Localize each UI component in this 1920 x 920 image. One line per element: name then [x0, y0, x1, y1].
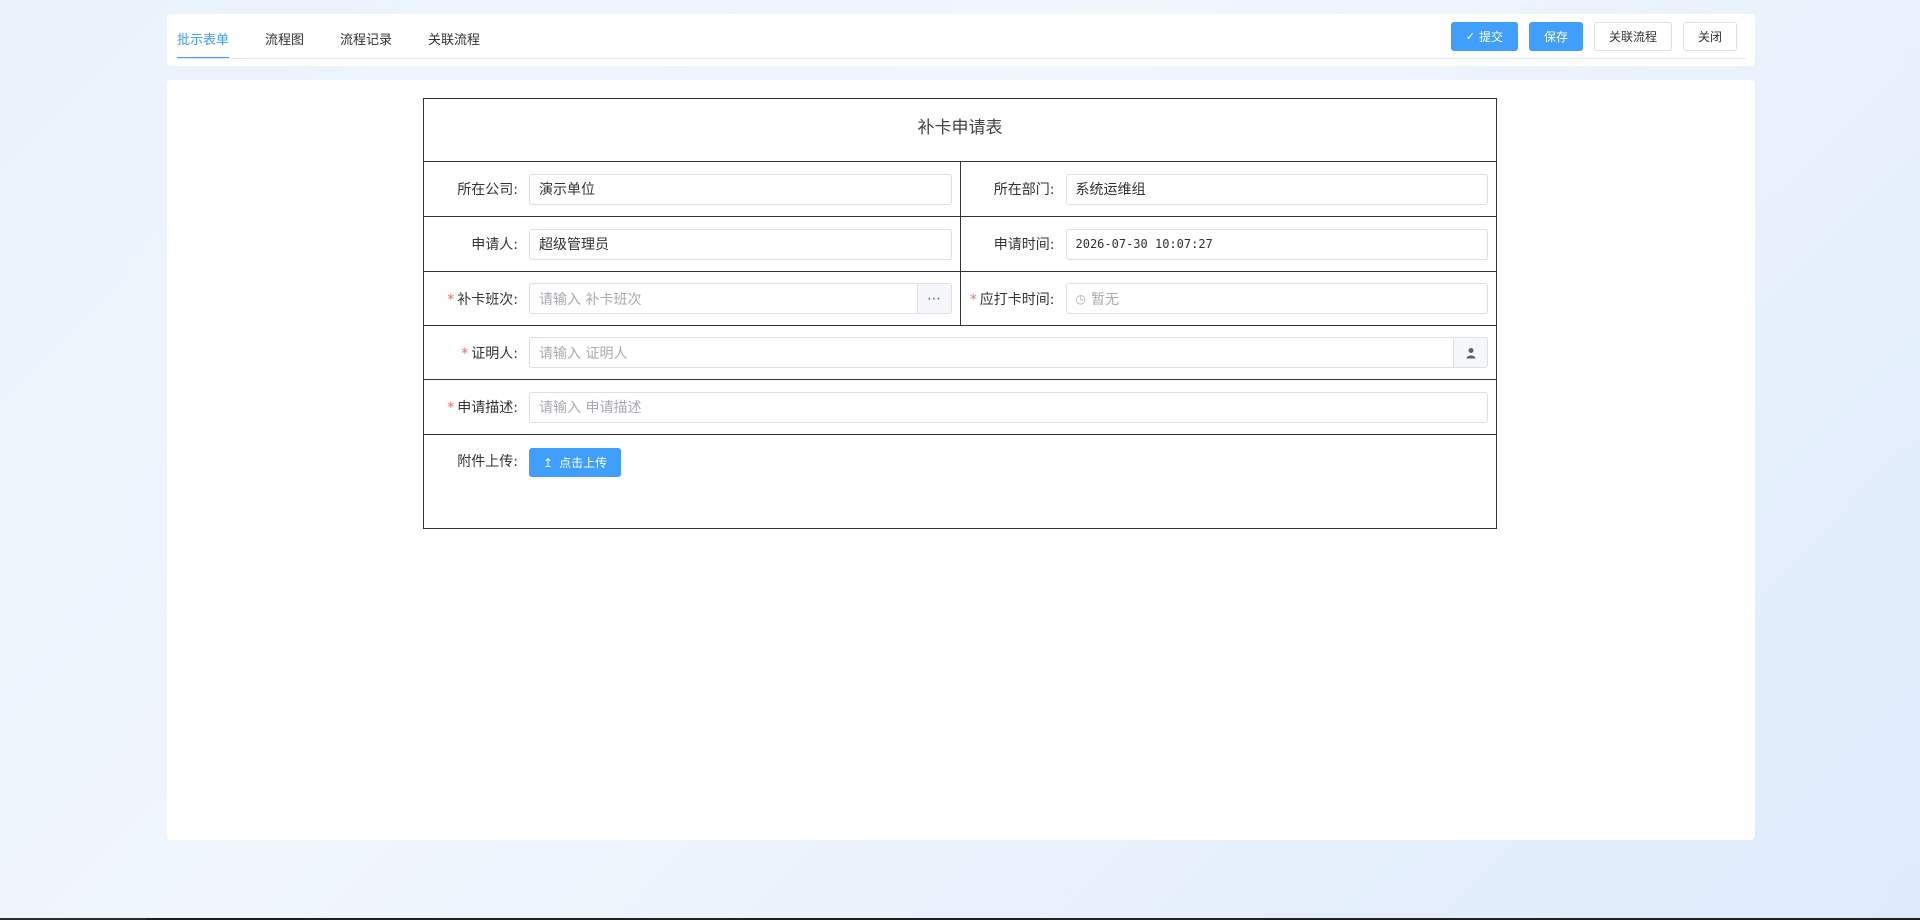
form-row-shift: * 补卡班次: 请输入 补卡班次 ⋯ * 应打卡时间: ◷ 暂无 — [424, 272, 1496, 326]
related-flow-label: 关联流程 — [1608, 30, 1657, 44]
punch-time-placeholder: 暂无 — [1090, 291, 1119, 308]
form-row-description: * 申请描述: 请输入 申请描述 — [424, 380, 1496, 435]
department-field[interactable]: 系统运维组 — [1065, 173, 1488, 205]
action-buttons: ✓ 提交 保存 关联流程 关闭 — [1450, 22, 1737, 51]
more-dots-icon[interactable]: ⋯ — [916, 284, 951, 313]
form-row-attachment: 附件上传: ↥ 点击上传 — [424, 435, 1496, 527]
apply-time-label: 申请时间: — [993, 237, 1055, 253]
upload-arrow-icon: ↥ — [543, 455, 554, 470]
form-row-company: 所在公司: 演示单位 所在部门: 系统运维组 — [424, 162, 1496, 217]
attachment-cell: 附件上传: ↥ 点击上传 — [424, 435, 1496, 527]
required-mark: * — [447, 400, 455, 416]
description-placeholder: 请输入 申请描述 — [539, 400, 642, 416]
required-mark: * — [447, 291, 455, 308]
tab-bar: 批示表单 流程图 流程记录 关联流程 — [177, 14, 516, 59]
attachment-label: 附件上传: — [457, 454, 518, 470]
department-cell: 所在部门: 系统运维组 — [959, 162, 1497, 216]
company-cell: 所在公司: 演示单位 — [424, 162, 960, 216]
apply-time-field[interactable]: 2026-07-30 10:07:27 — [1065, 228, 1488, 260]
close-button[interactable]: 关闭 — [1682, 22, 1737, 51]
user-icon[interactable] — [1453, 338, 1487, 367]
description-input[interactable]: 请输入 申请描述 — [529, 391, 1488, 423]
punch-time-label-text: 应打卡时间: — [979, 291, 1055, 308]
check-icon: ✓ — [1465, 30, 1475, 43]
description-cell: * 申请描述: 请输入 申请描述 — [424, 380, 1496, 434]
description-label-text: 申请描述: — [457, 400, 518, 416]
tab-flowchart[interactable]: 流程图 — [265, 14, 304, 59]
company-field[interactable]: 演示单位 — [529, 173, 952, 205]
shift-placeholder: 请输入 补卡班次 — [539, 291, 642, 308]
shift-input[interactable]: 请输入 补卡班次 ⋯ — [529, 283, 952, 314]
tab-flow-records[interactable]: 流程记录 — [340, 14, 392, 59]
punch-time-picker[interactable]: ◷ 暂无 — [1065, 283, 1488, 314]
upload-button[interactable]: ↥ 点击上传 — [529, 448, 622, 477]
submit-label: 提交 — [1478, 30, 1503, 44]
shift-label-text: 补卡班次: — [457, 291, 518, 308]
shift-cell: * 补卡班次: 请输入 补卡班次 ⋯ — [424, 272, 960, 325]
witness-input[interactable]: 请输入 证明人 — [529, 337, 1488, 368]
department-label: 所在部门: — [993, 182, 1055, 198]
save-button[interactable]: 保存 — [1528, 22, 1583, 51]
application-form: 补卡申请表 所在公司: 演示单位 所在部门: 系统运维组 申请人: 超级管理员 … — [423, 98, 1497, 529]
content-panel: 补卡申请表 所在公司: 演示单位 所在部门: 系统运维组 申请人: 超级管理员 … — [167, 80, 1755, 840]
required-mark: * — [969, 291, 977, 308]
shift-label: * 补卡班次: — [424, 289, 529, 309]
applicant-label: 申请人: — [471, 237, 518, 253]
clock-icon: ◷ — [1075, 291, 1086, 306]
submit-button[interactable]: ✓ 提交 — [1450, 22, 1518, 51]
witness-placeholder: 请输入 证明人 — [539, 345, 628, 362]
witness-label-text: 证明人: — [471, 345, 518, 362]
tab-form[interactable]: 批示表单 — [177, 14, 230, 59]
description-label: * 申请描述: — [424, 397, 529, 417]
related-flow-button[interactable]: 关联流程 — [1593, 22, 1672, 51]
witness-cell: * 证明人: 请输入 证明人 — [424, 326, 1496, 379]
company-label: 所在公司: — [457, 182, 518, 198]
punch-time-cell: * 应打卡时间: ◷ 暂无 — [959, 272, 1497, 325]
tab-related-flows[interactable]: 关联流程 — [428, 14, 480, 59]
punch-time-label: * 应打卡时间: — [961, 289, 1066, 309]
witness-label: * 证明人: — [424, 343, 529, 363]
form-title: 补卡申请表 — [424, 99, 1496, 162]
apply-time-cell: 申请时间: 2026-07-30 10:07:27 — [959, 217, 1497, 271]
applicant-field[interactable]: 超级管理员 — [529, 228, 952, 260]
upload-label: 点击上传 — [559, 456, 608, 470]
top-toolbar: 批示表单 流程图 流程记录 关联流程 ✓ 提交 保存 关联流程 关闭 — [167, 14, 1755, 66]
close-label: 关闭 — [1697, 30, 1722, 44]
form-row-witness: * 证明人: 请输入 证明人 — [424, 326, 1496, 380]
form-row-applicant: 申请人: 超级管理员 申请时间: 2026-07-30 10:07:27 — [424, 217, 1496, 272]
tab-divider — [177, 58, 1745, 59]
save-label: 保存 — [1543, 30, 1568, 44]
applicant-cell: 申请人: 超级管理员 — [424, 217, 960, 271]
required-mark: * — [461, 345, 469, 362]
